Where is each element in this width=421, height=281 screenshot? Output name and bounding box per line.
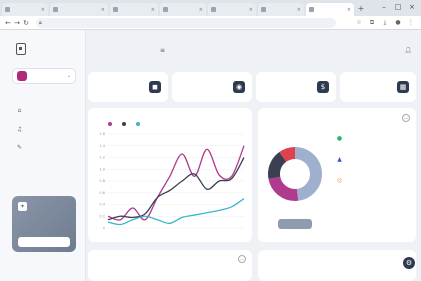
favicon-icon [113,7,118,12]
close-icon[interactable]: × [199,7,203,13]
promo-button[interactable] [18,237,70,247]
maximize-icon[interactable]: □ [393,2,403,12]
y-tick-label: 0.2 [99,214,105,218]
browser-tab[interactable]: × [258,3,304,16]
globe-icon: ● [336,135,343,142]
grid-icon: ▦ [397,81,409,93]
browser-tab-active[interactable]: × [306,3,354,16]
favicon-icon [53,7,58,12]
y-tick-label: 0.6 [99,191,105,195]
donut-card: … ● ▲ ◎ [258,108,416,242]
stat-card: ◼ [88,72,168,102]
chrome-icon: ◎ [336,177,343,184]
dollar-icon: $ [317,81,329,93]
sidebar: ⌄ ⌂ ♫ ✎ ✦ [0,30,86,281]
stat-value [348,86,350,94]
close-icon[interactable]: × [347,7,351,13]
browser-tab[interactable]: × [160,3,206,16]
bottom-right-card [258,250,416,281]
sparkle-icon: ✦ [18,202,27,211]
forward-icon[interactable]: → [13,18,21,28]
y-tick-label: 1.2 [99,156,105,160]
reload-icon[interactable]: ↻ [22,18,30,28]
settings-fab[interactable]: ⚙︎ [403,257,415,269]
browser-tab[interactable]: × [208,3,256,16]
browser-tab[interactable]: × [110,3,158,16]
brand-logo[interactable] [16,43,30,55]
close-icon[interactable]: × [101,7,105,13]
window-controls: – □ × [379,2,417,12]
workspace-select[interactable]: ⌄ [12,68,76,84]
close-icon[interactable]: × [41,7,45,13]
favicon-icon [5,7,10,12]
favicon-icon [261,7,266,12]
workspace-avatar [17,71,27,81]
box-icon: ◼ [149,81,161,93]
user-menu[interactable]: 👤︎ [404,47,415,54]
donut-item: ● [336,135,420,142]
sidebar-item-3[interactable]: ✎ [16,142,74,152]
favicon-icon [211,7,216,12]
profile-icon[interactable]: ● [394,18,402,28]
top-bar: ≡ 👤︎ [86,30,421,66]
back-icon[interactable]: ← [4,18,12,28]
y-tick-label: 1.4 [99,144,105,148]
bell-icon: ♫ [16,125,23,133]
browser-tab[interactable]: × [2,3,48,16]
donut-item: ▲ [336,156,420,163]
sidebar-item-1[interactable]: ⌂ [16,105,74,115]
sidebar-item-2[interactable]: ♫ [16,124,74,134]
more-icon[interactable]: … [238,255,246,263]
y-tick-label: 1.6 [99,132,105,136]
line-chart: 1.6 1.4 1.2 1.0 0.8 0.6 0.4 0.2 0 [99,132,245,230]
favicon-icon [163,7,168,12]
download-icon[interactable]: ⤓ [381,18,389,28]
user-icon: 👤︎ [404,47,412,54]
pin-icon: ✎ [16,143,23,151]
stat-card: ▦ [340,72,416,102]
y-tick-label: 0.4 [99,203,105,207]
browser-tabstrip: × × × × × × × + – □ × [0,0,421,16]
donut-item: ◎ [336,177,420,184]
close-icon[interactable]: × [249,7,253,13]
close-icon[interactable]: × [151,7,155,13]
new-tab-button[interactable]: + [356,4,366,14]
browser-address-bar: ← → ↻ 🔒︎ ☆ ⧉ ⤓ ● ⋮ [0,16,421,30]
url-field[interactable]: 🔒︎ [36,18,336,28]
menu-icon[interactable]: ≡ [160,47,166,54]
donut-button[interactable] [278,219,312,229]
y-tick-label: 0.8 [99,179,105,183]
close-window-icon[interactable]: × [407,2,417,12]
favicon-icon [309,7,314,12]
extensions-icon[interactable]: ⧉ [368,18,376,28]
star-icon[interactable]: ☆ [355,18,363,28]
close-icon[interactable]: × [297,7,301,13]
stat-card: $ [256,72,336,102]
kebab-menu-icon[interactable]: ⋮ [407,18,415,28]
app-root: ⌄ ⌂ ♫ ✎ ✦ ≡ 👤︎ ◼ ◉ $ ▦ 1.6 1.4 1.2 1.0 0… [0,30,421,281]
promo-card: ✦ [12,196,76,252]
stat-card: ◉ [172,72,252,102]
lock-icon: 🔒︎ [39,20,42,26]
globe-icon: ◉ [233,81,245,93]
y-tick-label: 1.0 [99,167,105,171]
chevron-down-icon: ⌄ [66,73,71,79]
logo-icon [16,43,26,55]
browser-tab[interactable]: × [50,3,108,16]
minimize-icon[interactable]: – [379,2,389,12]
bottom-left-card: … [88,250,252,281]
triangle-icon: ▲ [337,156,342,163]
line-chart-card: 1.6 1.4 1.2 1.0 0.8 0.6 0.4 0.2 0 [88,108,252,242]
home-icon: ⌂ [17,106,22,114]
y-tick-label: 0 [103,226,105,230]
